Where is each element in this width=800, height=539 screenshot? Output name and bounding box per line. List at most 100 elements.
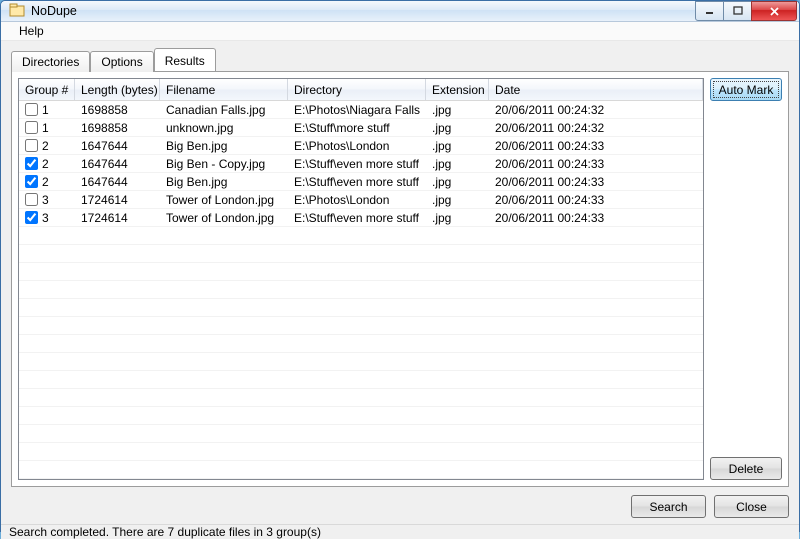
row-checkbox[interactable]	[25, 193, 38, 206]
cell-length: 1724614	[75, 211, 160, 225]
cell-group: 2	[42, 139, 49, 153]
cell-extension: .jpg	[426, 121, 489, 135]
maximize-button[interactable]	[723, 1, 752, 21]
tab-panel-results: Group # Length (bytes) Filename Director…	[11, 71, 789, 487]
empty-row	[19, 407, 703, 425]
cell-directory: E:\Stuff\even more stuff	[288, 175, 426, 189]
window-title: NoDupe	[31, 4, 77, 18]
cell-filename: Tower of London.jpg	[160, 211, 288, 225]
side-spacer	[710, 107, 782, 451]
cell-date: 20/06/2011 00:24:33	[489, 211, 703, 225]
titlebar: NoDupe	[1, 1, 799, 22]
tab-options[interactable]: Options	[90, 51, 153, 72]
row-checkbox[interactable]	[25, 211, 38, 224]
cell-extension: .jpg	[426, 103, 489, 117]
row-checkbox[interactable]	[25, 175, 38, 188]
empty-row	[19, 461, 703, 479]
cell-filename: unknown.jpg	[160, 121, 288, 135]
col-filename[interactable]: Filename	[160, 79, 288, 100]
col-extension[interactable]: Extension	[426, 79, 489, 100]
cell-group: 2	[42, 175, 49, 189]
row-checkbox[interactable]	[25, 157, 38, 170]
table-row[interactable]: 2 1647644Big Ben - Copy.jpgE:\Stuff\even …	[19, 155, 703, 173]
cell-directory: E:\Photos\London	[288, 139, 426, 153]
tab-directories[interactable]: Directories	[11, 51, 90, 72]
empty-row	[19, 389, 703, 407]
row-checkbox[interactable]	[25, 103, 38, 116]
menu-help[interactable]: Help	[11, 22, 52, 40]
cell-group: 3	[42, 211, 49, 225]
cell-extension: .jpg	[426, 211, 489, 225]
cell-directory: E:\Stuff\even more stuff	[288, 211, 426, 225]
minimize-button[interactable]	[695, 1, 724, 21]
empty-row	[19, 317, 703, 335]
cell-length: 1724614	[75, 193, 160, 207]
cell-directory: E:\Stuff\even more stuff	[288, 157, 426, 171]
col-date[interactable]: Date	[489, 79, 703, 100]
table-row[interactable]: 11698858unknown.jpgE:\Stuff\more stuff.j…	[19, 119, 703, 137]
cell-group: 3	[42, 193, 49, 207]
results-body: 1 1698858Canadian Falls.jpgE:\Photos\Niag…	[19, 101, 703, 479]
empty-row	[19, 245, 703, 263]
table-row[interactable]: 1 1698858Canadian Falls.jpgE:\Photos\Niag…	[19, 101, 703, 119]
app-window: NoDupe Help Directories Options Results	[0, 0, 800, 532]
cell-length: 1698858	[75, 103, 160, 117]
cell-filename: Big Ben.jpg	[160, 139, 288, 153]
col-length[interactable]: Length (bytes)	[75, 79, 160, 100]
side-buttons: Auto Mark Delete	[710, 78, 782, 480]
table-row[interactable]: 21647644Big Ben.jpgE:\Stuff\even more st…	[19, 173, 703, 191]
empty-row	[19, 227, 703, 245]
bottom-buttons: Search Close	[11, 487, 789, 524]
client-area: Directories Options Results Group # Leng…	[1, 41, 799, 524]
cell-length: 1647644	[75, 139, 160, 153]
empty-row	[19, 263, 703, 281]
empty-row	[19, 425, 703, 443]
empty-row	[19, 335, 703, 353]
cell-length: 1647644	[75, 157, 160, 171]
cell-date: 20/06/2011 00:24:33	[489, 139, 703, 153]
cell-date: 20/06/2011 00:24:33	[489, 175, 703, 189]
table-row[interactable]: 3 1724614Tower of London.jpgE:\Stuff\even…	[19, 209, 703, 227]
row-checkbox[interactable]	[25, 139, 38, 152]
table-row[interactable]: 2 1647644Big Ben.jpgE:\Photos\London.jpg2…	[19, 137, 703, 155]
cell-group: 2	[42, 157, 49, 171]
empty-row	[19, 371, 703, 389]
tab-results[interactable]: Results	[154, 48, 216, 71]
tab-strip: Directories Options Results	[11, 49, 789, 71]
cell-length: 1647644	[75, 175, 160, 189]
cell-group: 1	[42, 103, 49, 117]
empty-row	[19, 281, 703, 299]
cell-group: 1	[42, 121, 49, 135]
row-checkbox[interactable]	[25, 121, 38, 134]
empty-row	[19, 299, 703, 317]
cell-extension: .jpg	[426, 139, 489, 153]
cell-filename: Big Ben - Copy.jpg	[160, 157, 288, 171]
cell-date: 20/06/2011 00:24:32	[489, 103, 703, 117]
results-list[interactable]: Group # Length (bytes) Filename Director…	[18, 78, 704, 480]
close-window-button[interactable]	[751, 1, 797, 21]
close-button[interactable]: Close	[714, 495, 789, 518]
cell-date: 20/06/2011 00:24:33	[489, 193, 703, 207]
table-row[interactable]: 3 1724614Tower of London.jpgE:\Photos\Lon…	[19, 191, 703, 209]
cell-date: 20/06/2011 00:24:33	[489, 157, 703, 171]
cell-directory: E:\Photos\Niagara Falls	[288, 103, 426, 117]
cell-filename: Canadian Falls.jpg	[160, 103, 288, 117]
results-header: Group # Length (bytes) Filename Director…	[19, 79, 703, 101]
col-group[interactable]: Group #	[19, 79, 75, 100]
automark-button[interactable]: Auto Mark	[710, 78, 782, 101]
cell-filename: Tower of London.jpg	[160, 193, 288, 207]
col-directory[interactable]: Directory	[288, 79, 426, 100]
empty-row	[19, 353, 703, 371]
cell-date: 20/06/2011 00:24:32	[489, 121, 703, 135]
cell-extension: .jpg	[426, 157, 489, 171]
cell-extension: .jpg	[426, 175, 489, 189]
window-buttons	[696, 1, 797, 21]
menubar: Help	[1, 22, 799, 41]
status-text: Search completed. There are 7 duplicate …	[9, 525, 321, 539]
cell-directory: E:\Photos\London	[288, 193, 426, 207]
delete-button[interactable]: Delete	[710, 457, 782, 480]
search-button[interactable]: Search	[631, 495, 706, 518]
cell-length: 1698858	[75, 121, 160, 135]
app-icon	[9, 3, 25, 19]
empty-row	[19, 443, 703, 461]
